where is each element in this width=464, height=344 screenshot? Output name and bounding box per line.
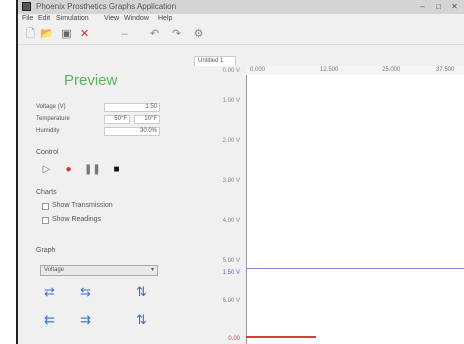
y-tick-label: 5.00 V bbox=[222, 258, 240, 264]
humidity-input[interactable]: 30.0% bbox=[104, 127, 160, 136]
baseline-line bbox=[246, 336, 316, 338]
y-tick-label: 2.00 V bbox=[222, 138, 240, 144]
undo-icon[interactable]: ↶ bbox=[148, 28, 161, 41]
y-tick-label: 3.00 V bbox=[222, 178, 240, 184]
graph-select[interactable]: Voltage ▾ bbox=[40, 265, 158, 276]
show-readings-label: Show Readings bbox=[52, 216, 102, 223]
column-label: 0.000 bbox=[250, 67, 266, 73]
save-icon[interactable]: ▣ bbox=[60, 28, 73, 41]
temperature-input-2[interactable]: 10°F bbox=[134, 115, 160, 124]
new-file-icon[interactable]: 🗋 bbox=[24, 28, 37, 41]
open-folder-icon[interactable]: 📂 bbox=[40, 28, 54, 41]
swap-arrows-icon[interactable]: ⇆ bbox=[80, 285, 91, 298]
menu-view[interactable]: View bbox=[104, 15, 119, 22]
voltage-label: Voltage (V) bbox=[36, 104, 66, 110]
humidity-label: Humidity bbox=[36, 128, 60, 134]
menu-window[interactable]: Window bbox=[124, 15, 149, 22]
menu-simulation[interactable]: Simulation bbox=[56, 15, 89, 22]
temperature-input-1[interactable]: 50°F bbox=[104, 115, 130, 124]
swap-arrows-icon[interactable]: ⇅ bbox=[136, 313, 147, 326]
plot-canvas[interactable] bbox=[246, 75, 464, 344]
left-panel: Preview Voltage (V) 1.50 Temperature 50°… bbox=[18, 45, 180, 344]
toolbar: 🗋 📂 ▣ ✕ – ↶ ↷ ⚙ bbox=[18, 26, 464, 45]
y-tick-label: 6.00 V bbox=[222, 298, 240, 304]
chevron-down-icon: ▾ bbox=[150, 267, 154, 273]
menu-file[interactable]: File bbox=[22, 15, 33, 22]
maximize-icon[interactable]: □ bbox=[434, 2, 443, 11]
pause-icon[interactable]: ❚❚ bbox=[84, 163, 101, 176]
preview-title: Preview bbox=[64, 72, 118, 89]
arrow-left-icon[interactable]: ⇇ bbox=[44, 313, 55, 326]
app-window: Phoenix Prosthetics Graphs Application –… bbox=[16, 0, 464, 344]
close-icon[interactable]: ✕ bbox=[450, 2, 459, 11]
title-bar: Phoenix Prosthetics Graphs Application –… bbox=[18, 0, 464, 14]
app-icon bbox=[22, 2, 31, 11]
swap-arrows-icon[interactable]: ⇅ bbox=[136, 285, 147, 298]
tab-untitled[interactable]: Untitled 1 bbox=[194, 56, 236, 66]
redo-icon[interactable]: ↷ bbox=[170, 28, 183, 41]
y-tick-label: 1.00 V bbox=[222, 98, 240, 104]
chart-area: Untitled 1 0.00 V 1.00 V 2.00 V 3.00 V 4… bbox=[194, 56, 464, 344]
show-transmission-label: Show Transmission bbox=[52, 202, 113, 209]
menu-bar: File Edit Simulation View Window Help bbox=[18, 14, 464, 25]
menu-help[interactable]: Help bbox=[158, 15, 172, 22]
y-tick-label: 0.00 bbox=[228, 336, 240, 342]
y-tick-label: 1.50 V bbox=[222, 270, 240, 276]
settings-icon[interactable]: ⚙ bbox=[192, 28, 205, 41]
charts-label: Charts bbox=[36, 189, 57, 196]
column-label: 12.500 bbox=[320, 67, 339, 73]
y-axis: 0.00 V 1.00 V 2.00 V 3.00 V 4.00 V 5.00 … bbox=[194, 66, 246, 344]
column-label: 37.500 bbox=[436, 67, 455, 73]
stop-icon[interactable]: ■ bbox=[110, 163, 123, 176]
window-title: Phoenix Prosthetics Graphs Application bbox=[36, 2, 177, 11]
separator-icon: – bbox=[121, 28, 128, 40]
graph-select-value: Voltage bbox=[44, 267, 65, 273]
menu-edit[interactable]: Edit bbox=[38, 15, 50, 22]
swap-arrows-icon[interactable]: ⇄ bbox=[44, 285, 55, 298]
control-label: Control bbox=[36, 149, 59, 156]
delete-icon[interactable]: ✕ bbox=[78, 28, 91, 41]
play-icon[interactable]: ▷ bbox=[40, 163, 53, 176]
y-tick-label: 0.00 V bbox=[222, 68, 240, 74]
minimize-icon[interactable]: – bbox=[418, 2, 427, 11]
graph-label: Graph bbox=[36, 247, 56, 254]
voltage-line bbox=[246, 268, 464, 269]
y-tick-label: 4.00 V bbox=[222, 218, 240, 224]
show-readings-checkbox[interactable] bbox=[42, 217, 49, 224]
column-label: 25.000 bbox=[382, 67, 401, 73]
record-icon[interactable]: ● bbox=[62, 163, 75, 176]
voltage-input[interactable]: 1.50 bbox=[104, 103, 160, 112]
arrow-right-icon[interactable]: ⇉ bbox=[80, 313, 91, 326]
temperature-label: Temperature bbox=[36, 116, 70, 122]
show-transmission-checkbox[interactable] bbox=[42, 203, 49, 210]
